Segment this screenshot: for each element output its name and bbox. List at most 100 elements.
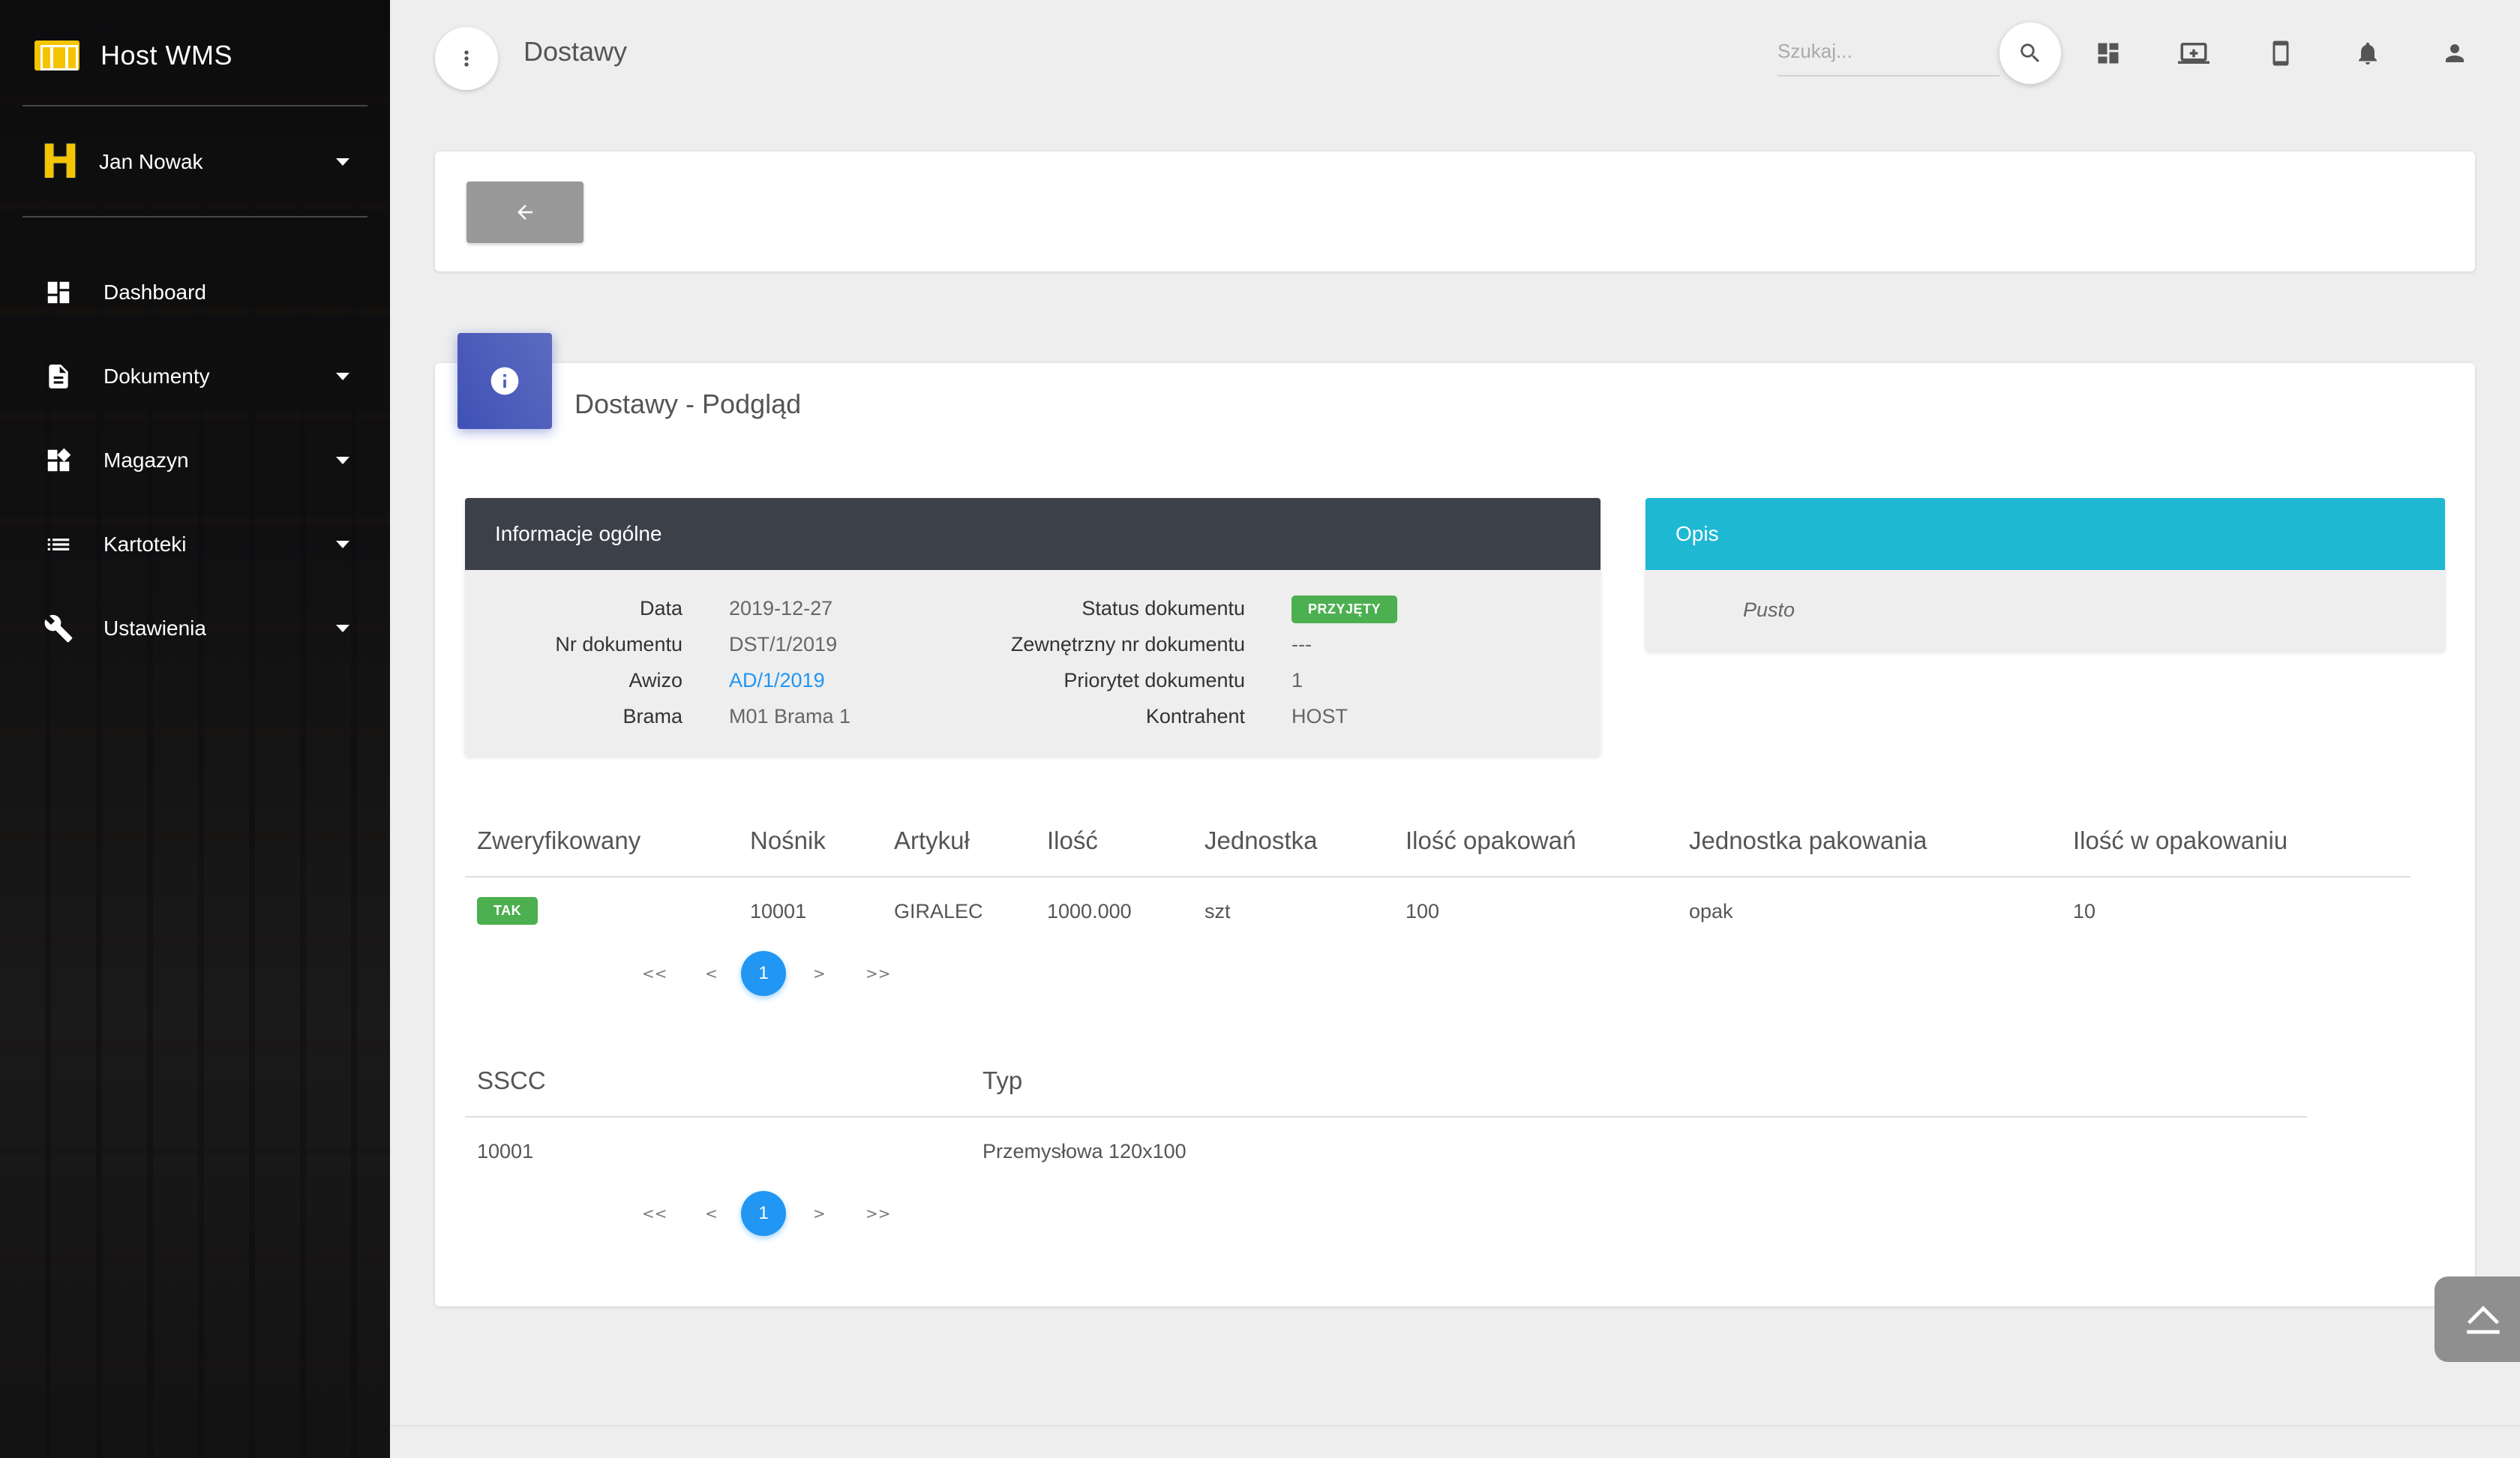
user-name: Jan Nowak bbox=[99, 150, 203, 173]
prev-page-button[interactable]: < bbox=[705, 1204, 718, 1222]
table-cell: opak bbox=[1689, 900, 1733, 922]
info-value: 1 bbox=[1292, 669, 1304, 692]
table-cell: Przemysłowa 120x100 bbox=[982, 1140, 1186, 1162]
info-row: Awizo AD/1/2019 Priorytet dokumentu 1 bbox=[465, 669, 1600, 705]
info-row: Nr dokumentu DST/1/2019 Zewnętrzny nr do… bbox=[465, 633, 1600, 669]
table-row: 10001 Przemysłowa 120x100 bbox=[465, 1119, 2307, 1172]
info-value: --- bbox=[1292, 633, 1312, 656]
card-title: Dostawy - Podgląd bbox=[574, 388, 802, 419]
info-label: Priorytet dokumentu bbox=[1064, 669, 1245, 692]
mobile-view-button[interactable] bbox=[2262, 34, 2300, 72]
search-input[interactable] bbox=[1778, 30, 2000, 72]
general-info-heading: Informacje ogólne bbox=[465, 498, 1600, 570]
items-table: Zweryfikowany Nośnik Artykuł Ilość Jedno… bbox=[465, 804, 2410, 879]
description-panel: Opis Pusto bbox=[1646, 498, 2445, 651]
dashboard-shortcut-button[interactable] bbox=[2090, 34, 2127, 72]
chevron-up-icon bbox=[2467, 1306, 2500, 1334]
info-row: Data 2019-12-27 Status dokumentu PRZYJĘT… bbox=[465, 596, 1600, 633]
info-label: Awizo bbox=[628, 669, 682, 692]
details-card: Dostawy - Podgląd Informacje ogólne Data… bbox=[435, 333, 2475, 1306]
last-page-button[interactable]: >> bbox=[866, 1204, 891, 1222]
info-label: Nr dokumentu bbox=[555, 633, 682, 656]
info-value: M01 Brama 1 bbox=[729, 705, 851, 728]
sidebar-item-kartoteki[interactable]: Kartoteki bbox=[42, 502, 350, 586]
desktop-icon bbox=[2178, 43, 2210, 64]
chevron-down-icon bbox=[336, 625, 350, 632]
carriers-pagination: << < 1 > >> bbox=[435, 1191, 1035, 1236]
first-page-button[interactable]: << bbox=[642, 964, 668, 982]
column-header[interactable]: Jednostka pakowania bbox=[1689, 826, 1927, 855]
info-label: Status dokumentu bbox=[1082, 597, 1245, 620]
column-header[interactable]: Zweryfikowany bbox=[477, 826, 640, 855]
info-label: Data bbox=[639, 597, 682, 620]
prev-page-button[interactable]: < bbox=[705, 964, 718, 982]
column-header[interactable]: Typ bbox=[982, 1066, 1022, 1095]
column-header[interactable]: Nośnik bbox=[750, 826, 826, 855]
items-pagination: << < 1 > >> bbox=[435, 951, 1035, 996]
table-cell: szt bbox=[1204, 900, 1231, 922]
info-value: 2019-12-27 bbox=[729, 597, 833, 620]
column-header[interactable]: Ilość w opakowaniu bbox=[2073, 826, 2288, 855]
next-page-button[interactable]: > bbox=[813, 964, 826, 982]
info-value: DST/1/2019 bbox=[729, 633, 838, 656]
table-cell: 1000.000 bbox=[1047, 900, 1132, 922]
info-label: Kontrahent bbox=[1145, 705, 1245, 728]
search-field bbox=[1778, 30, 2000, 76]
table-header-row: Zweryfikowany Nośnik Artykuł Ilość Jedno… bbox=[465, 804, 2410, 878]
status-badge-wrap: PRZYJĘTY bbox=[1292, 596, 1398, 623]
dashboard-icon bbox=[2098, 43, 2119, 64]
awizo-link[interactable]: AD/1/2019 bbox=[729, 669, 825, 692]
description-heading: Opis bbox=[1646, 498, 2445, 570]
general-info-panel: Informacje ogólne Data 2019-12-27 Status… bbox=[465, 498, 1600, 756]
more-vert-icon bbox=[464, 50, 469, 67]
status-badge: PRZYJĘTY bbox=[1292, 596, 1398, 623]
sidebar-item-label: Dashboard bbox=[104, 280, 206, 304]
last-page-button[interactable]: >> bbox=[866, 964, 891, 982]
column-header[interactable]: Ilość bbox=[1047, 826, 1098, 855]
profile-button[interactable] bbox=[2436, 34, 2474, 72]
first-page-button[interactable]: << bbox=[642, 1204, 668, 1222]
page-title: Dostawy bbox=[524, 36, 628, 67]
sidebar-item-ustawienia[interactable]: Ustawienia bbox=[42, 586, 350, 670]
scroll-to-top-button[interactable] bbox=[2434, 1276, 2520, 1362]
page-1-button[interactable]: 1 bbox=[741, 951, 786, 996]
person-icon bbox=[2446, 44, 2464, 62]
avatar: H bbox=[40, 134, 80, 189]
column-header[interactable]: Jednostka bbox=[1204, 826, 1317, 855]
table-cell: 10001 bbox=[750, 900, 807, 922]
table-row: TAK 10001 GIRALEC 1000.000 szt 100 opak … bbox=[465, 879, 2410, 932]
sidebar-item-dokumenty[interactable]: Dokumenty bbox=[42, 334, 350, 418]
carriers-table: SSCC Typ bbox=[465, 1044, 2307, 1119]
desktop-view-button[interactable] bbox=[2175, 34, 2212, 72]
description-text: Pusto bbox=[1743, 598, 1796, 621]
brand[interactable]: Host WMS bbox=[34, 33, 232, 78]
user-menu[interactable]: H Jan Nowak bbox=[40, 134, 350, 189]
search-button[interactable] bbox=[2000, 22, 2061, 84]
list-icon bbox=[42, 528, 75, 561]
sidebar-item-magazyn[interactable]: Magazyn bbox=[42, 418, 350, 502]
smartphone-icon bbox=[2272, 40, 2289, 66]
arrow-back-icon bbox=[518, 205, 532, 220]
column-header[interactable]: Artykuł bbox=[894, 826, 970, 855]
more-menu-button[interactable] bbox=[435, 27, 498, 90]
sidebar-item-label: Dokumenty bbox=[104, 364, 210, 388]
info-icon bbox=[458, 333, 552, 429]
notifications-button[interactable] bbox=[2349, 34, 2386, 72]
chevron-down-icon bbox=[336, 457, 350, 464]
verified-badge-wrap: TAK bbox=[477, 897, 538, 925]
sidebar-item-dashboard[interactable]: Dashboard bbox=[42, 250, 350, 334]
column-header[interactable]: Ilość opakowań bbox=[1406, 826, 1576, 855]
info-label: Brama bbox=[622, 705, 682, 728]
next-page-button[interactable]: > bbox=[813, 1204, 826, 1222]
info-value: HOST bbox=[1292, 705, 1348, 728]
wrench-icon bbox=[42, 612, 75, 645]
page-1-button[interactable]: 1 bbox=[741, 1191, 786, 1236]
column-header[interactable]: SSCC bbox=[477, 1066, 546, 1095]
verified-badge: TAK bbox=[477, 897, 538, 925]
sidebar-divider bbox=[22, 216, 368, 218]
actions-card bbox=[435, 152, 2475, 272]
sidebar-item-label: Ustawienia bbox=[104, 616, 206, 640]
back-button[interactable] bbox=[466, 182, 584, 243]
search-icon bbox=[2020, 44, 2040, 63]
table-cell: GIRALEC bbox=[894, 900, 983, 922]
